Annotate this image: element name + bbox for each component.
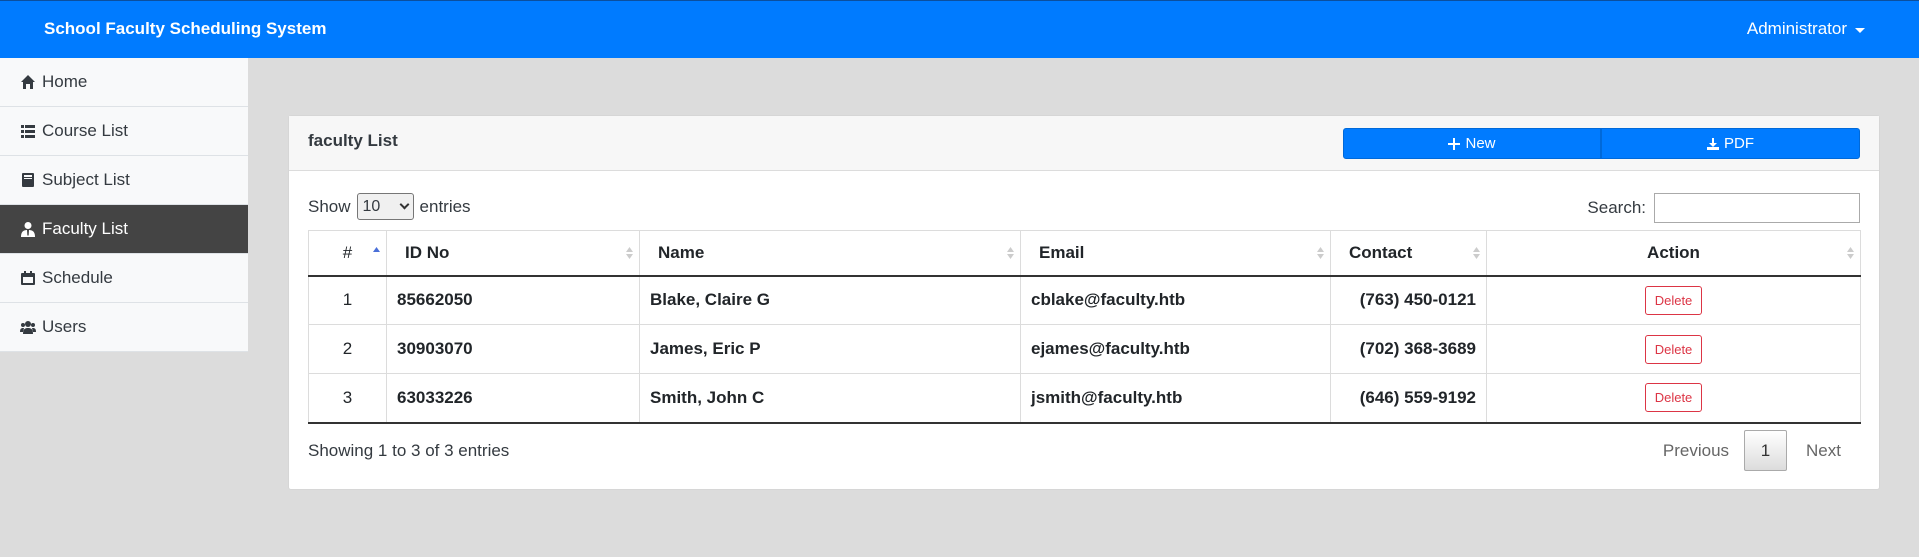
- delete-button[interactable]: Delete: [1644, 383, 1703, 413]
- table-header-row: # ID No Name Email Contact Action: [308, 230, 1861, 277]
- row-contact: (646) 559-9192: [1330, 373, 1487, 424]
- row-contact: (763) 450-0121: [1330, 275, 1487, 325]
- row-name: James, Eric P: [639, 324, 1021, 374]
- sort-icon: [1847, 247, 1854, 259]
- entries-label: entries: [419, 196, 471, 216]
- sidebar-item-home[interactable]: Home: [0, 58, 248, 107]
- sidebar-item-label: Home: [42, 72, 88, 91]
- sidebar-item-users[interactable]: Users: [0, 303, 248, 352]
- sort-asc-icon: [373, 247, 380, 252]
- search-input[interactable]: [1654, 193, 1860, 223]
- row-action: Delete: [1486, 373, 1861, 424]
- top-navbar: School Faculty Scheduling System Adminis…: [0, 0, 1919, 58]
- column-header-num[interactable]: #: [308, 230, 387, 277]
- previous-button[interactable]: Previous: [1648, 441, 1744, 461]
- calendar-icon: [21, 271, 35, 285]
- user-tie-icon: [21, 222, 35, 237]
- user-menu[interactable]: Administrator: [1747, 19, 1865, 39]
- row-number: 1: [308, 275, 387, 325]
- table-row: 3 63033226 Smith, John C jsmith@faculty.…: [308, 373, 1861, 424]
- sidebar-item-label: Faculty List: [42, 219, 128, 238]
- card-title: faculty List: [308, 131, 398, 150]
- sidebar-item-course-list[interactable]: Course List: [0, 107, 248, 156]
- pdf-button-label: PDF: [1724, 135, 1754, 152]
- entries-select-value: 10: [362, 197, 381, 215]
- download-icon: [1707, 137, 1719, 150]
- column-header-email[interactable]: Email: [1020, 230, 1331, 277]
- new-button-label: New: [1465, 135, 1496, 152]
- home-icon: [21, 75, 35, 89]
- table-info: Showing 1 to 3 of 3 entries: [308, 441, 510, 460]
- column-header-action[interactable]: Action: [1486, 230, 1861, 277]
- sidebar-item-label: Course List: [42, 121, 128, 140]
- row-number: 2: [308, 324, 387, 374]
- sort-icon: [626, 247, 633, 259]
- sidebar: Home Course List Subject List Faculty Li…: [0, 58, 248, 352]
- sort-icon: [1473, 247, 1480, 259]
- delete-button[interactable]: Delete: [1644, 285, 1703, 315]
- search-label: Search:: [1587, 198, 1646, 217]
- caret-down-icon: [1855, 27, 1865, 33]
- row-id-no: 30903070: [386, 324, 640, 374]
- users-icon: [20, 321, 36, 334]
- row-name: Smith, John C: [639, 373, 1021, 424]
- book-icon: [22, 173, 34, 187]
- row-number: 3: [308, 373, 387, 424]
- pdf-button[interactable]: PDF: [1601, 128, 1860, 159]
- row-contact: (702) 368-3689: [1330, 324, 1487, 374]
- show-label: Show: [308, 196, 351, 216]
- faculty-table: # ID No Name Email Contact Action 1 8566…: [308, 230, 1861, 424]
- column-header-name[interactable]: Name: [639, 230, 1021, 277]
- pagination: Previous 1 Next: [1648, 430, 1860, 471]
- row-name: Blake, Claire G: [639, 275, 1021, 325]
- chevron-down-icon: [399, 199, 409, 210]
- entries-select[interactable]: 10: [356, 193, 414, 220]
- delete-button[interactable]: Delete: [1644, 334, 1703, 364]
- row-action: Delete: [1486, 275, 1861, 325]
- faculty-list-card: faculty List New PDF Show 10 entries Sea…: [288, 115, 1880, 490]
- sidebar-item-subject-list[interactable]: Subject List: [0, 156, 248, 205]
- table-row: 1 85662050 Blake, Claire G cblake@facult…: [308, 275, 1861, 325]
- row-email: cblake@faculty.htb: [1020, 275, 1331, 325]
- app-title[interactable]: School Faculty Scheduling System: [44, 19, 326, 39]
- next-button[interactable]: Next: [1787, 441, 1860, 461]
- row-id-no: 85662050: [386, 275, 640, 325]
- sidebar-item-faculty-list[interactable]: Faculty List: [0, 205, 248, 254]
- search-control: Search:: [1587, 193, 1860, 223]
- page-1-button[interactable]: 1: [1744, 430, 1788, 471]
- sort-icon: [1317, 247, 1324, 259]
- sidebar-item-schedule[interactable]: Schedule: [0, 254, 248, 303]
- table-row: 2 30903070 James, Eric P ejames@faculty.…: [308, 324, 1861, 374]
- row-email: ejames@faculty.htb: [1020, 324, 1331, 374]
- row-id-no: 63033226: [386, 373, 640, 424]
- sidebar-item-label: Users: [42, 317, 87, 336]
- sort-icon: [1007, 247, 1014, 259]
- entries-length-control: Show 10 entries: [308, 193, 471, 220]
- column-header-id-no[interactable]: ID No: [386, 230, 640, 277]
- column-header-contact[interactable]: Contact: [1330, 230, 1487, 277]
- plus-icon: [1448, 137, 1461, 150]
- row-email: jsmith@faculty.htb: [1020, 373, 1331, 424]
- list-icon: [21, 125, 35, 138]
- card-header: faculty List New PDF: [289, 116, 1879, 171]
- row-action: Delete: [1486, 324, 1861, 374]
- user-menu-label: Administrator: [1746, 19, 1847, 38]
- sidebar-item-label: Schedule: [42, 268, 113, 287]
- new-button[interactable]: New: [1343, 128, 1601, 159]
- sidebar-item-label: Subject List: [42, 170, 130, 189]
